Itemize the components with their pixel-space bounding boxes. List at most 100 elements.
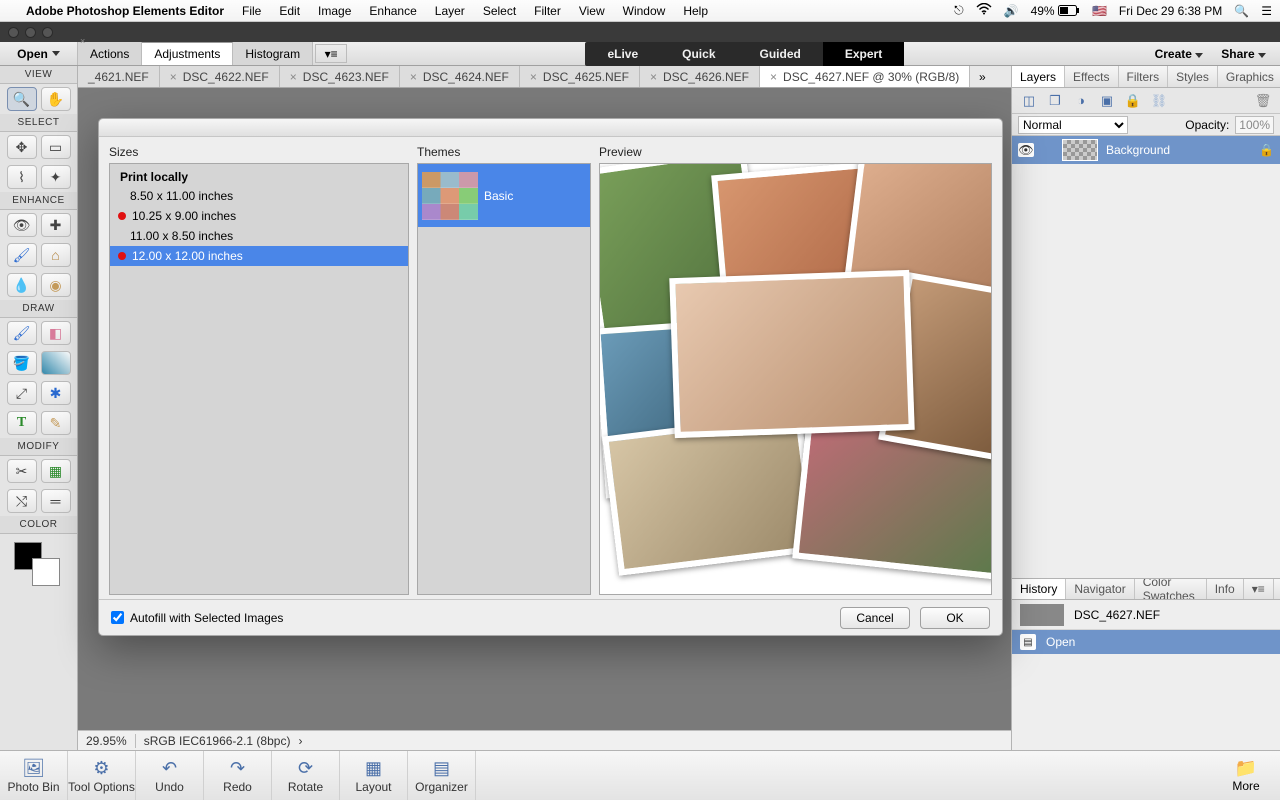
eyedropper-tool[interactable]: ⤢ xyxy=(7,381,37,405)
type-tool[interactable]: T xyxy=(7,411,37,435)
size-option-selected[interactable]: 12.00 x 12.00 inches xyxy=(110,246,408,266)
new-layer-icon[interactable]: ◫ xyxy=(1020,92,1038,110)
lasso-tool[interactable]: ⌇ xyxy=(7,165,37,189)
volume-icon[interactable]: 🔊 xyxy=(1004,4,1019,18)
panel-tab-actions[interactable]: ×Actions xyxy=(78,42,142,65)
menu-image[interactable]: Image xyxy=(318,4,351,18)
menu-window[interactable]: Window xyxy=(623,4,666,18)
blur-tool[interactable]: 💧 xyxy=(7,273,37,297)
clone-tool[interactable]: ⌂ xyxy=(41,243,71,267)
panel-tab-graphic[interactable]: Graphics xyxy=(1218,66,1280,87)
doctab-active[interactable]: ×DSC_4627.NEF @ 30% (RGB/8) xyxy=(760,66,970,87)
shape-tool[interactable]: ✱ xyxy=(41,381,71,405)
mask-icon[interactable]: ▣ xyxy=(1098,92,1116,110)
create-button[interactable]: Create xyxy=(1155,47,1204,61)
app-name[interactable]: Adobe Photoshop Elements Editor xyxy=(26,4,224,18)
btn-tooloptions[interactable]: ⚙Tool Options xyxy=(68,751,136,800)
input-source-icon[interactable]: 🇺🇸 xyxy=(1092,4,1107,18)
panel-tab-history[interactable]: History xyxy=(1012,579,1066,599)
panel-tab-effects[interactable]: Effects xyxy=(1065,66,1118,87)
layer-thumb[interactable] xyxy=(1062,139,1098,161)
background-swatch[interactable] xyxy=(32,558,60,586)
panel-tab-styles[interactable]: Styles xyxy=(1168,66,1218,87)
blend-mode-select[interactable]: Normal xyxy=(1018,116,1128,134)
doctab[interactable]: _4621.NEF xyxy=(78,66,160,87)
panel-tab-histogram[interactable]: Histogram xyxy=(233,42,313,65)
trash-icon[interactable]: 🗑 xyxy=(1254,92,1272,110)
close-icon[interactable]: × xyxy=(410,70,417,84)
fill-tool[interactable]: 🪣 xyxy=(7,351,37,375)
gradient-tool[interactable] xyxy=(41,351,71,375)
quickselect-tool[interactable]: ✦ xyxy=(41,165,71,189)
recompose-tool[interactable]: ▦ xyxy=(41,459,71,483)
menu-edit[interactable]: Edit xyxy=(279,4,300,18)
battery-status[interactable]: 49% xyxy=(1031,4,1080,18)
mode-quick[interactable]: Quick xyxy=(660,42,737,66)
mode-guided[interactable]: Guided xyxy=(738,42,823,66)
menu-enhance[interactable]: Enhance xyxy=(369,4,416,18)
autofill-checkbox-input[interactable] xyxy=(111,611,124,624)
panel-tab-info[interactable]: Info xyxy=(1207,579,1244,599)
menu-help[interactable]: Help xyxy=(683,4,708,18)
traffic-zoom[interactable] xyxy=(42,27,53,38)
wifi-icon[interactable] xyxy=(976,3,992,18)
autofill-checkbox[interactable]: Autofill with Selected Images xyxy=(111,611,283,625)
menu-select[interactable]: Select xyxy=(483,4,516,18)
doctab[interactable]: ×DSC_4623.NEF xyxy=(280,66,400,87)
doctab[interactable]: ×DSC_4626.NEF xyxy=(640,66,760,87)
traffic-minimize[interactable] xyxy=(25,27,36,38)
close-icon[interactable]: × xyxy=(770,70,777,84)
panel-menu-icon[interactable]: ▾≡ xyxy=(315,44,347,63)
dialog-titlebar[interactable] xyxy=(99,119,1002,137)
size-option[interactable]: 11.00 x 8.50 inches xyxy=(110,226,408,246)
size-option[interactable]: 8.50 x 11.00 inches xyxy=(110,186,408,206)
cancel-button[interactable]: Cancel xyxy=(840,607,910,629)
btn-photobin[interactable]: 🖼Photo Bin xyxy=(0,751,68,800)
opacity-value[interactable]: 100% xyxy=(1235,116,1274,134)
bluetooth-icon[interactable]: ⎋ xyxy=(954,3,964,18)
panel-tab-adjustments[interactable]: Adjustments xyxy=(142,42,233,65)
zoom-tool[interactable]: 🔍 xyxy=(7,87,37,111)
crop-tool[interactable]: ✂ xyxy=(7,459,37,483)
zoom-level[interactable]: 29.95% xyxy=(86,734,127,748)
color-swatches[interactable] xyxy=(0,538,77,584)
chevron-right-icon[interactable]: › xyxy=(298,734,302,748)
move-tool[interactable]: ✥ xyxy=(7,135,37,159)
open-button[interactable]: Open xyxy=(0,42,78,65)
lock-icon[interactable]: 🔒 xyxy=(1124,92,1142,110)
sponge-tool[interactable]: ◉ xyxy=(41,273,71,297)
pencil-tool[interactable]: ✎ xyxy=(41,411,71,435)
doctab[interactable]: ×DSC_4625.NEF xyxy=(520,66,640,87)
clock[interactable]: Fri Dec 29 6:38 PM xyxy=(1119,4,1222,18)
menu-file[interactable]: File xyxy=(242,4,261,18)
layer-row-background[interactable]: 👁 Background 🔒 xyxy=(1012,136,1280,164)
mode-expert[interactable]: Expert xyxy=(823,42,904,66)
size-option[interactable]: 10.25 x 9.00 inches xyxy=(110,206,408,226)
color-profile[interactable]: sRGB IEC61966-2.1 (8bpc) xyxy=(144,734,291,748)
eraser-tool[interactable]: ◧ xyxy=(41,321,71,345)
straighten-tool[interactable]: ═ xyxy=(41,489,71,513)
menu-filter[interactable]: Filter xyxy=(534,4,561,18)
eye-icon[interactable]: 👁 xyxy=(1018,143,1034,157)
share-button[interactable]: Share xyxy=(1221,47,1266,61)
close-icon[interactable]: × xyxy=(170,70,177,84)
doctabs-overflow-icon[interactable]: » xyxy=(970,66,994,87)
btn-undo[interactable]: ↶Undo xyxy=(136,751,204,800)
traffic-close[interactable] xyxy=(8,27,19,38)
btn-more[interactable]: 📁More xyxy=(1212,758,1280,793)
ok-button[interactable]: OK xyxy=(920,607,990,629)
redeye-tool[interactable]: 👁 xyxy=(7,213,37,237)
panel-tab-colorswatches[interactable]: Color Swatches xyxy=(1135,579,1207,599)
close-icon[interactable]: × xyxy=(530,70,537,84)
close-icon[interactable]: × xyxy=(650,70,657,84)
btn-rotate[interactable]: ⟳Rotate xyxy=(272,751,340,800)
smart-brush-tool[interactable]: 🖌 xyxy=(7,243,37,267)
btn-redo[interactable]: ↷Redo xyxy=(204,751,272,800)
history-step-open[interactable]: ▤ Open xyxy=(1012,630,1280,654)
link-icon[interactable]: ⛓ xyxy=(1150,92,1168,110)
menu-view[interactable]: View xyxy=(579,4,605,18)
btn-layout[interactable]: ▦Layout xyxy=(340,751,408,800)
panel-tab-layers[interactable]: Layers xyxy=(1012,66,1065,87)
mode-elive[interactable]: eLive xyxy=(585,42,660,66)
spotlight-icon[interactable]: 🔍 xyxy=(1234,4,1249,18)
